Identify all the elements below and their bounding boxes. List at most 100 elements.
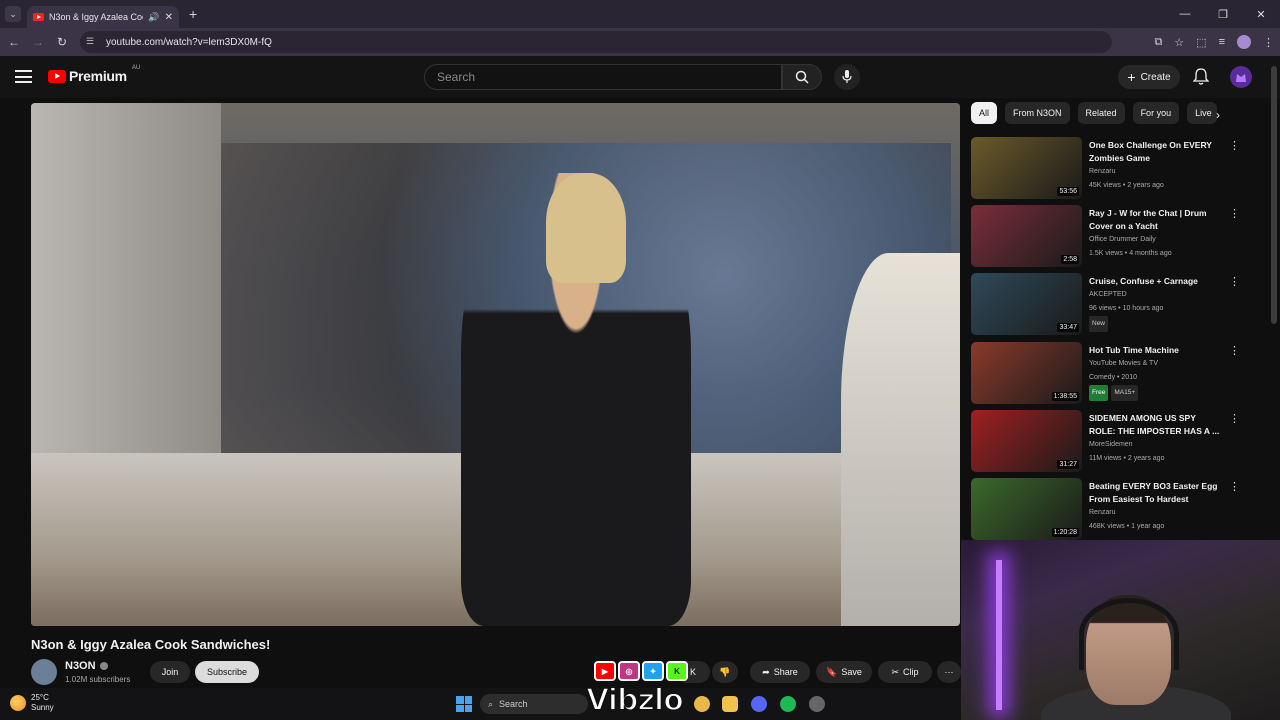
more-vertical-icon[interactable]: ⋮ (1229, 139, 1240, 152)
install-icon[interactable]: ⧉ (1154, 36, 1162, 49)
recommendation-channel[interactable]: Office Drummer Daily (1089, 233, 1224, 247)
recommendation-title[interactable]: One Box Challenge On EVERY Zombies Game (1089, 139, 1224, 165)
create-button[interactable]: + Create (1118, 65, 1180, 89)
region-code: AU (131, 65, 141, 71)
more-vertical-icon[interactable]: ⋮ (1229, 412, 1240, 425)
new-tab-icon[interactable]: + (189, 6, 197, 22)
chip-related[interactable]: Related (1077, 102, 1125, 124)
video-thumbnail[interactable]: 53:56 (971, 137, 1082, 199)
youtube-logo[interactable]: Premium AU (48, 65, 141, 84)
channel-name[interactable]: N3ON (65, 660, 96, 672)
save-button[interactable]: 🔖 Save (816, 661, 872, 683)
close-window-icon[interactable]: ✕ (1242, 0, 1280, 28)
hamburger-menu-icon[interactable] (15, 70, 32, 83)
more-vertical-icon[interactable]: ⋮ (1229, 480, 1240, 493)
file-explorer-icon[interactable] (722, 696, 738, 712)
recommendation-channel[interactable]: Renzaru (1089, 506, 1224, 520)
more-vertical-icon[interactable]: ⋮ (1229, 344, 1240, 357)
discord-icon[interactable] (751, 696, 767, 712)
speaker-icon[interactable]: 🔊 (148, 12, 159, 23)
tab-search-icon[interactable]: ⌄ (5, 6, 21, 22)
share-button[interactable]: ➦ Share (750, 661, 810, 683)
recommendation-item[interactable]: 2:58 Ray J - W for the Chat | Drum Cover … (971, 205, 1251, 269)
chip-for-you[interactable]: For you (1132, 102, 1180, 124)
notifications-bell-icon[interactable] (1193, 68, 1209, 86)
search-placeholder: Search (437, 70, 476, 84)
recommendation-title[interactable]: Cruise, Confuse + Carnage (1089, 275, 1224, 288)
sun-icon (10, 695, 26, 711)
join-button[interactable]: Join (150, 661, 190, 683)
close-tab-icon[interactable]: ✕ (165, 12, 173, 23)
recommendation-title[interactable]: SIDEMEN AMONG US SPY ROLE: THE IMPOSTER … (1089, 412, 1224, 438)
recommendation-text[interactable]: Ray J - W for the Chat | Drum Cover on a… (1089, 207, 1224, 261)
recommendation-badge: New (1089, 316, 1109, 332)
sidebar-scrollbar[interactable] (1271, 66, 1277, 324)
chip-from-channel[interactable]: From N3ON (1005, 102, 1070, 124)
video-thumbnail[interactable]: 1:38:55 (971, 342, 1082, 404)
recommendation-channel[interactable]: AKCEPTED (1089, 288, 1224, 302)
recommendation-channel[interactable]: MoreSidemen (1089, 438, 1224, 452)
logo-text: Premium (69, 68, 127, 84)
channel-name-row[interactable]: N3ON (65, 660, 108, 672)
video-thumbnail[interactable]: 1:20:28 (971, 478, 1082, 540)
video-player[interactable] (31, 103, 960, 626)
clip-button[interactable]: ✂ Clip (878, 661, 932, 683)
bookmark-star-icon[interactable]: ☆ (1174, 36, 1184, 49)
video-thumbnail[interactable]: 33:47 (971, 273, 1082, 335)
recommendation-text[interactable]: One Box Challenge On EVERY Zombies Game R… (1089, 139, 1224, 193)
avatar-character-icon (1236, 74, 1246, 82)
reload-icon[interactable]: ↻ (50, 35, 74, 49)
video-thumbnail[interactable]: 31:27 (971, 410, 1082, 472)
recommendation-text[interactable]: SIDEMEN AMONG US SPY ROLE: THE IMPOSTER … (1089, 412, 1224, 466)
recommendation-item[interactable]: 31:27 SIDEMEN AMONG US SPY ROLE: THE IMPO… (971, 410, 1251, 474)
channel-avatar[interactable] (31, 659, 57, 685)
recommendation-text[interactable]: Hot Tub Time Machine YouTube Movies & TV C… (1089, 344, 1224, 401)
recommendation-title[interactable]: Hot Tub Time Machine (1089, 344, 1224, 357)
search-button[interactable] (782, 64, 822, 90)
recommendation-item[interactable]: 1:38:55 Hot Tub Time Machine YouTube Movie… (971, 342, 1251, 406)
youtube-header: Premium AU Search + Create (0, 56, 1280, 98)
forward-icon[interactable]: → (26, 35, 50, 49)
maximize-icon[interactable]: ❐ (1204, 0, 1242, 28)
browser-tab[interactable]: N3on & Iggy Azalea Cook S 🔊 ✕ (27, 6, 179, 28)
recommendation-channel[interactable]: YouTube Movies & TV (1089, 357, 1224, 371)
recommendation-title[interactable]: Ray J - W for the Chat | Drum Cover on a… (1089, 207, 1224, 233)
more-actions-button[interactable]: ⋯ (937, 661, 961, 683)
search-input[interactable]: Search (424, 64, 782, 90)
video-frame-hair (546, 173, 626, 283)
recommendation-text[interactable]: Cruise, Confuse + Carnage AKCEPTED 96 view… (1089, 275, 1224, 332)
spotify-icon[interactable] (780, 696, 796, 712)
menu-kebab-icon[interactable]: ⋮ (1263, 36, 1274, 49)
chip-live[interactable]: Live (1187, 102, 1218, 124)
minimize-icon[interactable]: — (1166, 0, 1204, 28)
chips-next-chevron-icon[interactable]: › (1216, 108, 1220, 122)
dislike-button[interactable]: 👎 (712, 661, 738, 683)
video-thumbnail[interactable]: 2:58 (971, 205, 1082, 267)
chrome-icon[interactable] (694, 696, 710, 712)
recommendation-item[interactable]: 53:56 One Box Challenge On EVERY Zombies … (971, 137, 1251, 201)
back-icon[interactable]: ← (2, 35, 26, 49)
extensions-icon[interactable]: ⬚ (1196, 36, 1206, 49)
recommendation-title[interactable]: Beating EVERY BO3 Easter Egg From Easies… (1089, 480, 1224, 506)
app-icon[interactable] (809, 696, 825, 712)
recommendation-channel[interactable]: Renzaru (1089, 165, 1224, 179)
taskbar-search-icon: ⌕ (488, 698, 494, 709)
recommendation-text[interactable]: Beating EVERY BO3 Easter Egg From Easies… (1089, 480, 1224, 534)
subscribe-button[interactable]: Subscribe (195, 661, 259, 683)
save-label: Save (841, 667, 862, 677)
url-field[interactable]: ☰ youtube.com/watch?v=lem3DX0M-fQ (80, 31, 1112, 53)
more-vertical-icon[interactable]: ⋮ (1229, 275, 1240, 288)
reading-list-icon[interactable]: ≡ (1219, 36, 1225, 48)
voice-search-button[interactable] (834, 64, 860, 90)
recommendation-item[interactable]: 33:47 Cruise, Confuse + Carnage AKCEPTED 96… (971, 273, 1251, 337)
more-vertical-icon[interactable]: ⋮ (1229, 207, 1240, 220)
chip-all[interactable]: All (971, 102, 998, 124)
weather-widget[interactable]: 25°C Sunny (10, 693, 54, 713)
recommendation-item[interactable]: 1:20:28 Beating EVERY BO3 Easter Egg From… (971, 478, 1251, 542)
windows-start-icon[interactable] (456, 696, 472, 712)
taskbar-search[interactable]: ⌕ Search (480, 694, 588, 714)
account-avatar[interactable] (1230, 66, 1252, 88)
site-info-icon[interactable]: ☰ (86, 36, 98, 48)
profile-avatar[interactable] (1237, 35, 1251, 49)
video-duration: 53:56 (1057, 187, 1079, 196)
